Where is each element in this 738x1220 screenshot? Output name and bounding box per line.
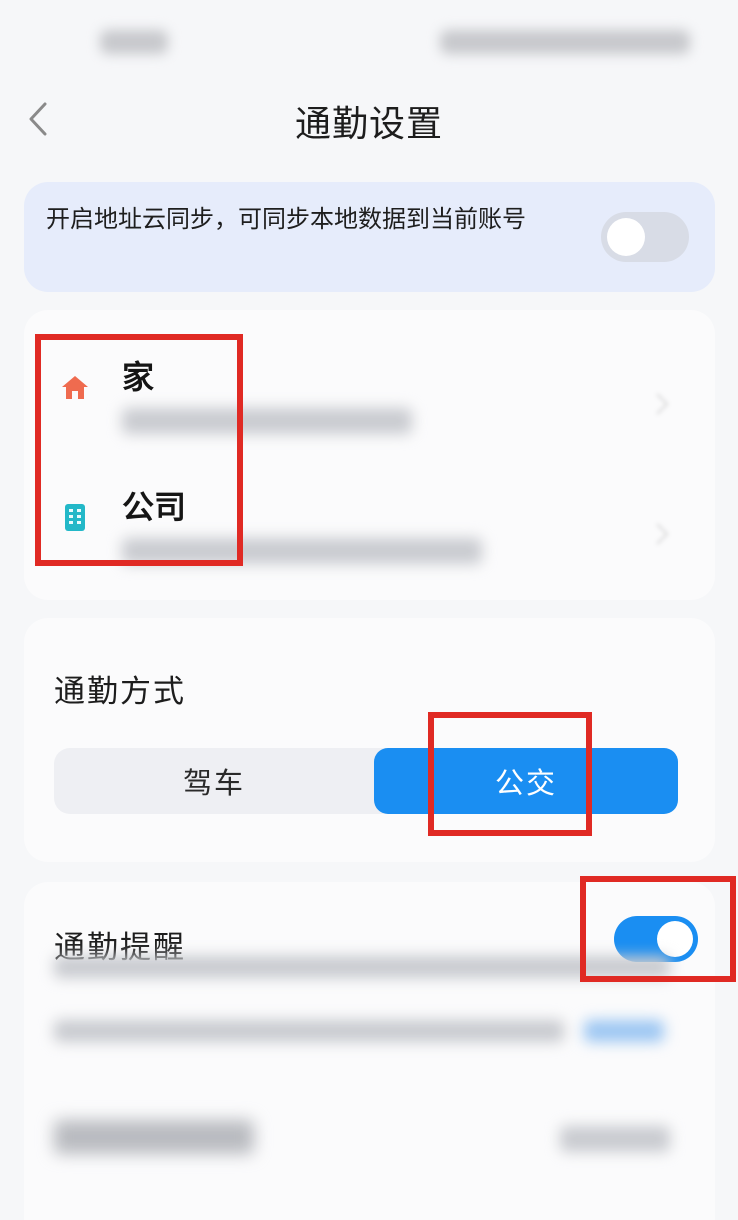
page-title: 通勤设置 <box>294 104 443 145</box>
reminder-setting-value[interactable] <box>560 1126 670 1152</box>
annotation-box-reminder-toggle <box>580 876 736 982</box>
annotation-box-transit <box>428 712 592 836</box>
nav-bar: 通勤设置 <box>0 85 738 155</box>
reminder-description-line-1 <box>54 956 670 978</box>
status-icons <box>440 30 690 54</box>
status-time <box>100 30 168 54</box>
sync-banner: 开启地址云同步，可同步本地数据到当前账号 <box>24 182 715 292</box>
mode-option-drive[interactable]: 驾车 <box>54 748 374 814</box>
commute-mode-title: 通勤方式 <box>54 674 186 710</box>
chevron-right-icon <box>656 523 669 545</box>
reminder-description-link[interactable] <box>584 1020 664 1042</box>
sync-toggle[interactable] <box>601 212 689 262</box>
sync-banner-text: 开启地址云同步，可同步本地数据到当前账号 <box>46 205 526 233</box>
chevron-right-icon <box>656 393 669 415</box>
annotation-box-addresses <box>35 334 243 566</box>
status-bar <box>0 0 738 85</box>
reminder-setting-label <box>54 1120 254 1154</box>
reminder-description-line-2 <box>54 1020 564 1042</box>
toggle-knob <box>607 218 645 256</box>
commute-mode-card: 通勤方式 驾车 公交 <box>24 618 715 862</box>
